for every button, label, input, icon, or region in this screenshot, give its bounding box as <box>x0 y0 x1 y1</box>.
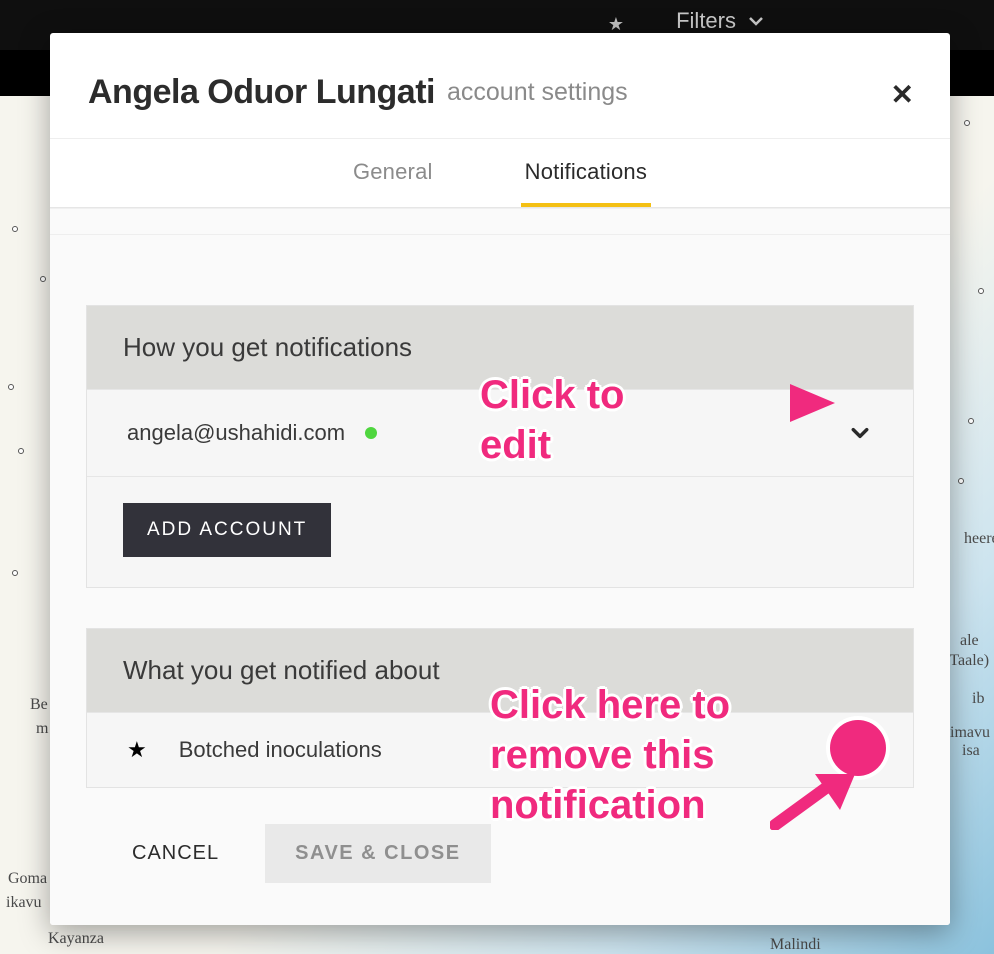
modal-actions: CANCEL SAVE & CLOSE <box>86 788 914 883</box>
star-icon: ★ <box>127 737 147 763</box>
panel-what-notified: What you get notified about ★ Botched in… <box>86 628 914 788</box>
add-account-row: ADD ACCOUNT <box>87 476 913 587</box>
tabs: General Notifications <box>50 138 950 208</box>
map-dot <box>964 120 970 126</box>
map-dot <box>968 418 974 424</box>
map-dot <box>12 570 18 576</box>
close-icon[interactable]: ✕ <box>891 81 914 109</box>
map-dot <box>12 226 18 232</box>
notification-topic-row: ★ Botched inoculations ✕ <box>87 712 913 787</box>
cancel-button[interactable]: CANCEL <box>122 828 229 879</box>
filters-menu[interactable]: Filters <box>676 8 764 34</box>
panel-how-notifications: How you get notifications angela@ushahid… <box>86 305 914 588</box>
user-name: Angela Oduor Lungati <box>88 73 435 112</box>
notification-account-row[interactable]: angela@ushahidi.com <box>87 389 913 476</box>
map-dot <box>18 448 24 454</box>
modal-subtitle: account settings <box>447 78 628 107</box>
notification-topic-label: Botched inoculations <box>179 737 382 763</box>
star-icon[interactable]: ★ <box>608 14 624 35</box>
modal-header: Angela Oduor Lungati account settings ✕ <box>50 33 950 138</box>
account-email: angela@ushahidi.com <box>127 420 345 446</box>
tab-general[interactable]: General <box>349 139 437 207</box>
panel-title: How you get notifications <box>87 306 913 389</box>
panel-title: What you get notified about <box>87 629 913 712</box>
tab-notifications[interactable]: Notifications <box>521 139 651 207</box>
map-dot <box>958 478 964 484</box>
modal-content: How you get notifications angela@ushahid… <box>50 208 950 925</box>
map-dot <box>8 384 14 390</box>
map-dot <box>978 288 984 294</box>
status-active-icon <box>365 427 377 439</box>
filters-label: Filters <box>676 8 736 34</box>
expand-account-chevron-icon[interactable] <box>851 424 869 442</box>
map-dot <box>40 276 46 282</box>
add-account-button[interactable]: ADD ACCOUNT <box>123 503 331 557</box>
chevron-down-icon <box>748 13 764 29</box>
account-settings-modal: Angela Oduor Lungati account settings ✕ … <box>50 33 950 925</box>
save-close-button[interactable]: SAVE & CLOSE <box>265 824 490 883</box>
remove-notification-icon[interactable]: ✕ <box>837 739 859 761</box>
